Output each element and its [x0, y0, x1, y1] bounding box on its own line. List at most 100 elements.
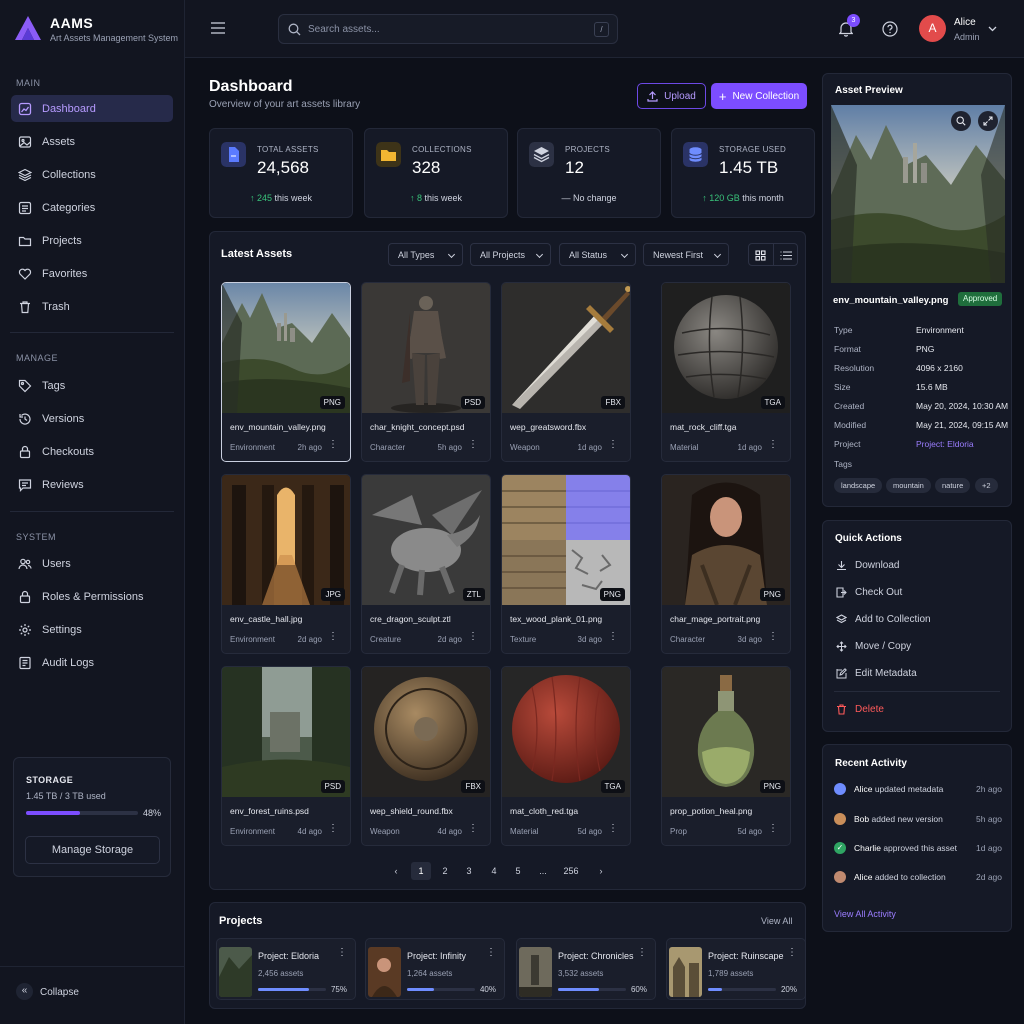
zoom-button[interactable] — [951, 111, 971, 131]
check-out-action[interactable]: Check Out — [836, 587, 902, 598]
sidebar-item-reviews[interactable]: Reviews — [11, 471, 173, 498]
chevron-down-icon[interactable] — [988, 26, 997, 32]
user-name[interactable]: Alice — [954, 17, 976, 28]
upload-button[interactable]: Upload — [637, 83, 706, 109]
project-card[interactable]: Project: Ruinscape 1,789 assets 20% ⋮ — [666, 938, 806, 1000]
download-icon — [837, 561, 846, 571]
search-placeholder: Search assets... — [308, 24, 380, 35]
more-icon[interactable]: ⋮ — [768, 440, 778, 450]
more-icon[interactable]: ⋮ — [486, 947, 496, 958]
asset-card[interactable]: PNG tex_wood_plank_01.png Texture 3d ago… — [501, 474, 631, 654]
asset-card[interactable]: PNG prop_potion_heal.png Prop 5d ago ⋮ — [661, 666, 791, 846]
sidebar-item-dashboard[interactable]: Dashboard — [11, 95, 173, 122]
page-button[interactable]: 4 — [484, 862, 504, 880]
manage-storage-button[interactable]: Manage Storage — [25, 836, 160, 864]
more-icon[interactable]: ⋮ — [768, 632, 778, 642]
search-input[interactable]: Search assets... / — [278, 14, 618, 44]
sidebar-item-categories[interactable]: Categories — [11, 194, 173, 221]
more-icon[interactable]: ⋮ — [328, 440, 338, 450]
more-icon[interactable]: ⋮ — [608, 632, 618, 642]
sidebar-item-versions[interactable]: Versions — [11, 405, 173, 432]
project-card[interactable]: Project: Infinity 1,264 assets 40% ⋮ — [365, 938, 505, 1000]
more-icon[interactable]: ⋮ — [468, 824, 478, 834]
tag-chip[interactable]: nature — [935, 478, 971, 493]
avatar[interactable]: A — [919, 15, 946, 42]
help-icon[interactable] — [882, 21, 898, 37]
asset-card[interactable]: PNG char_mage_portrait.png Character 3d … — [661, 474, 791, 654]
projects-view-all-link[interactable]: View All — [761, 916, 792, 926]
stat-delta: ↑ 8 this week — [365, 193, 507, 203]
project-link[interactable]: Project: Eldoria — [916, 439, 974, 449]
asset-card[interactable]: JPG env_castle_hall.jpg Environment 2d a… — [221, 474, 351, 654]
sidebar-item-favorites[interactable]: Favorites — [11, 260, 173, 287]
menu-icon[interactable] — [211, 22, 225, 34]
move-copy-action[interactable]: Move / Copy — [836, 641, 911, 652]
prev-page-icon[interactable]: ‹ — [386, 862, 406, 880]
download-action[interactable]: Download — [836, 560, 899, 571]
grid-view-icon[interactable] — [755, 250, 766, 261]
filter-status[interactable]: All Status — [559, 243, 636, 266]
page-button[interactable]: 2 — [435, 862, 455, 880]
page-button[interactable]: 5 — [508, 862, 528, 880]
asset-name: cre_dragon_sculpt.ztl — [370, 614, 451, 624]
edit-metadata-action[interactable]: Edit Metadata — [836, 668, 917, 679]
sidebar-item-checkouts[interactable]: Checkouts — [11, 438, 173, 465]
asset-card[interactable]: TGA mat_rock_cliff.tga Material 1d ago ⋮ — [661, 282, 791, 462]
sidebar-item-assets[interactable]: Assets — [11, 128, 173, 155]
filter-project[interactable]: All Projects — [470, 243, 551, 266]
asset-card[interactable]: FBX wep_greatsword.fbx Weapon 1d ago ⋮ — [501, 282, 631, 462]
action-label: Delete — [855, 704, 884, 715]
page-button[interactable]: 3 — [459, 862, 479, 880]
more-icon[interactable]: ⋮ — [468, 440, 478, 450]
more-icon[interactable]: ⋮ — [328, 824, 338, 834]
more-icon[interactable]: ⋮ — [468, 632, 478, 642]
asset-card[interactable]: PNG env_mountain_valley.png Environment … — [221, 282, 351, 462]
asset-card[interactable]: ZTL cre_dragon_sculpt.ztl Creature 2d ag… — [361, 474, 491, 654]
add-to-collection-action[interactable]: Add to Collection — [836, 614, 931, 625]
collapse-button[interactable]: « Collapse — [0, 966, 185, 1024]
sidebar-item-trash[interactable]: Trash — [11, 293, 173, 320]
more-icon[interactable]: ⋮ — [328, 632, 338, 642]
sidebar-item-label: Versions — [42, 412, 85, 425]
preview-image — [831, 105, 1005, 283]
sidebar-item-audit-logs[interactable]: Audit Logs — [11, 649, 173, 676]
asset-name: env_mountain_valley.png — [230, 422, 326, 432]
tag-chip[interactable]: landscape — [834, 478, 883, 493]
property-value: May 21, 2024, 09:15 AM — [916, 420, 1009, 430]
more-icon[interactable]: ⋮ — [608, 824, 618, 834]
more-icon[interactable]: ⋮ — [637, 947, 647, 958]
asset-card[interactable]: PSD env_forest_ruins.psd Environment 4d … — [221, 666, 351, 846]
format-badge: PSD — [460, 396, 485, 409]
more-icon[interactable]: ⋮ — [787, 947, 797, 958]
new-collection-button[interactable]: + New Collection — [711, 83, 807, 109]
sidebar-item-settings[interactable]: Settings — [11, 616, 173, 643]
view-all-activity-link[interactable]: View All Activity — [834, 909, 896, 919]
sidebar-item-projects[interactable]: Projects — [11, 227, 173, 254]
asset-name: prop_potion_heal.png — [670, 806, 753, 816]
sidebar-item-collections[interactable]: Collections — [11, 161, 173, 188]
more-icon[interactable]: ⋮ — [608, 440, 618, 450]
asset-card[interactable]: FBX wep_shield_round.fbx Weapon 4d ago ⋮ — [361, 666, 491, 846]
sidebar-item-roles[interactable]: Roles & Permissions — [11, 583, 173, 610]
page-button[interactable]: 256 — [559, 862, 583, 880]
project-card[interactable]: Project: Eldoria 2,456 assets 75% ⋮ — [216, 938, 356, 1000]
action-label: Edit Metadata — [855, 668, 917, 679]
next-page-icon[interactable]: › — [591, 862, 611, 880]
sidebar-item-tags[interactable]: Tags — [11, 372, 173, 399]
asset-card[interactable]: PSD char_knight_concept.psd Character 5h… — [361, 282, 491, 462]
more-icon[interactable]: ⋮ — [768, 824, 778, 834]
tag-chip[interactable]: +2 — [975, 478, 998, 493]
page-button[interactable]: 1 — [411, 862, 431, 880]
asset-card[interactable]: TGA mat_cloth_red.tga Material 5d ago ⋮ — [501, 666, 631, 846]
project-percent: 40% — [479, 985, 496, 994]
activity-text: Charlie approved this asset — [854, 843, 957, 853]
delete-action[interactable]: Delete — [836, 704, 884, 715]
sort-select[interactable]: Newest First — [643, 243, 729, 266]
tag-chip[interactable]: mountain — [886, 478, 931, 493]
filter-type[interactable]: All Types — [388, 243, 463, 266]
expand-button[interactable] — [978, 111, 998, 131]
more-icon[interactable]: ⋮ — [337, 947, 347, 958]
list-view-icon[interactable] — [780, 250, 792, 261]
project-card[interactable]: Project: Chronicles 3,532 assets 60% ⋮ — [516, 938, 656, 1000]
sidebar-item-users[interactable]: Users — [11, 550, 173, 577]
